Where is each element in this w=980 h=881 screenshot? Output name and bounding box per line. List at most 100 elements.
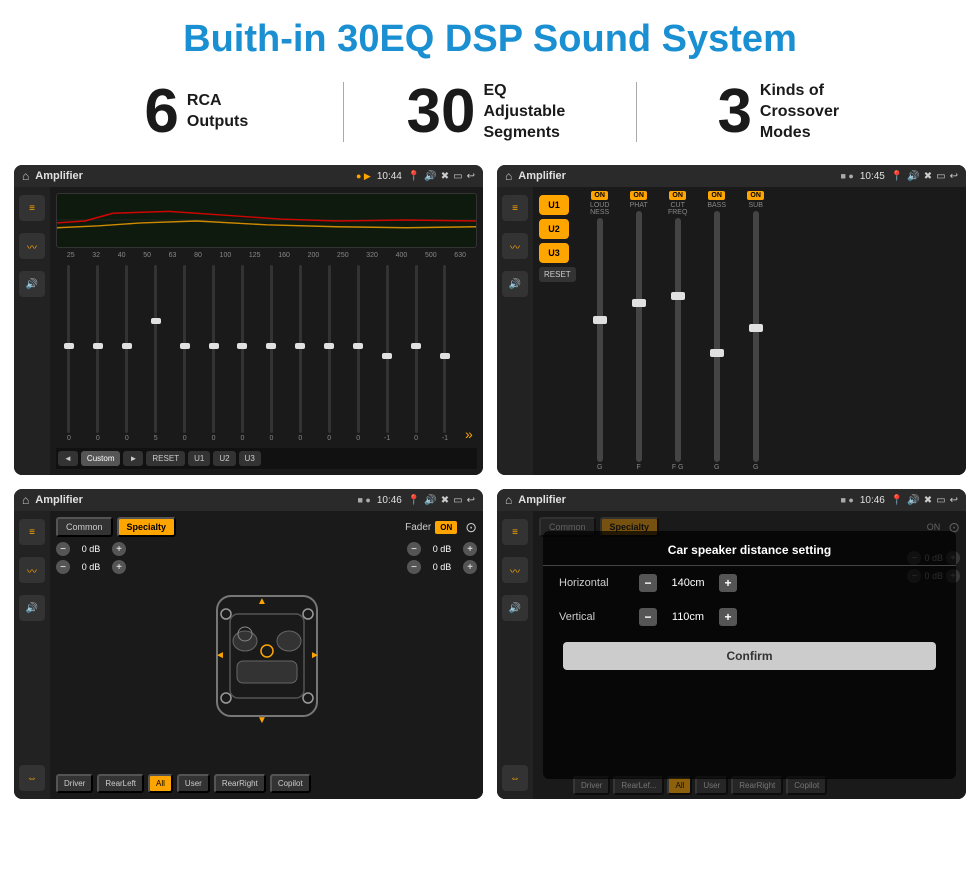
eq-slider-0: 0 [56,265,82,442]
channel-phat: ON PHAT F [621,191,657,471]
vertical-plus-btn[interactable]: + [719,608,737,626]
window-icon-3: ▭ [453,495,462,506]
sidebar-btn-arrows-4[interactable]: ⇔ [502,765,528,791]
sidebar-btn-eq-2[interactable]: ≡ [502,195,528,221]
bass-slider[interactable] [714,211,720,462]
sidebar-btn-speaker-4[interactable]: 🔊 [502,595,528,621]
freq-200: 200 [308,252,320,259]
sidebar-btn-eq-4[interactable]: ≡ [502,519,528,545]
sidebar-btn-eq-3[interactable]: ≡ [19,519,45,545]
eq-u3-btn[interactable]: U3 [239,451,261,466]
bg-bottom-btns: Driver RearLef... All User RearRight Cop… [573,776,962,795]
freq-25: 25 [67,252,75,259]
stat-eq-text: EQ AdjustableSegments [483,81,573,143]
eq-custom-btn[interactable]: Custom [81,451,121,466]
rearright-btn[interactable]: RearRight [214,774,266,793]
close-icon-4: ✖ [924,495,932,506]
freq-80: 80 [194,252,202,259]
copilot-btn[interactable]: Copilot [270,774,311,793]
vertical-value: 110cm [663,611,713,623]
close-icon-2: ✖ [924,171,932,182]
stat-rca-number: 6 [144,81,178,143]
crossover-channels: ON LOUDNESS G ON PHAT F [582,191,962,471]
sidebar-btn-wave[interactable]: 〰 [19,233,45,259]
freq-320: 320 [366,252,378,259]
eq-content: 25 32 40 50 63 80 100 125 160 200 250 32… [50,187,483,475]
back-icon-1: ↩ [467,171,475,182]
volume-icon-1: 🔊 [424,171,436,182]
sidebar-btn-wave-3[interactable]: 〰 [19,557,45,583]
eq-more-btn[interactable]: » [461,426,477,442]
topbar-icons-4: 📍 🔊 ✖ ▭ ↩ [891,495,958,506]
sidebar-btn-wave-2[interactable]: 〰 [502,233,528,259]
fader-fr-minus[interactable]: − [407,542,421,556]
fader-rr-plus[interactable]: + [463,560,477,574]
eq-prev-btn[interactable]: ◄ [58,451,78,466]
home-icon-3: ⌂ [22,493,29,507]
topbar-time-2: 10:45 [860,171,885,182]
channel-loudness: ON LOUDNESS G [582,191,618,471]
fader-fl-plus[interactable]: + [112,542,126,556]
sub-toggle[interactable]: ON [747,191,764,200]
user-btn[interactable]: User [177,774,210,793]
cutfreq-toggle[interactable]: ON [669,191,686,200]
location-icon-4: 📍 [891,495,903,506]
freq-32: 32 [92,252,100,259]
preset-u3[interactable]: U3 [539,243,569,263]
fader-rr-minus[interactable]: − [407,560,421,574]
eq-play-btn[interactable]: ► [123,451,143,466]
close-icon-3: ✖ [441,495,449,506]
loudness-slider[interactable] [597,218,603,462]
fader-fr-plus[interactable]: + [463,542,477,556]
sub-slider[interactable] [753,211,759,462]
horizontal-plus-btn[interactable]: + [719,574,737,592]
eq-slider-2: 0 [114,265,140,442]
topbar-title-4: Amplifier [518,494,834,506]
volume-icon-3: 🔊 [424,495,436,506]
eq-u2-btn[interactable]: U2 [213,451,235,466]
window-icon-4: ▭ [936,495,945,506]
topbar-icons-3: 📍 🔊 ✖ ▭ ↩ [408,495,475,506]
sidebar-btn-arrows-3[interactable]: ⇔ [19,765,45,791]
horizontal-value: 140cm [663,577,713,589]
mode-specialty-btn[interactable]: Specialty [117,517,177,537]
eq-slider-10: 0 [345,265,371,442]
cutfreq-slider[interactable] [675,218,681,462]
reset-btn-2[interactable]: RESET [539,267,576,282]
driver-btn[interactable]: Driver [56,774,93,793]
vertical-minus-btn[interactable]: − [639,608,657,626]
rearleft-btn[interactable]: RearLeft [97,774,144,793]
freq-100: 100 [220,252,232,259]
eq-slider-1: 0 [85,265,111,442]
phat-slider[interactable] [636,211,642,462]
svg-text:►: ► [310,650,320,661]
sidebar-btn-speaker-2[interactable]: 🔊 [502,271,528,297]
eq-reset-btn[interactable]: RESET [146,451,185,466]
topbar-time-3: 10:46 [377,495,402,506]
topbar-time-4: 10:46 [860,495,885,506]
preset-u1[interactable]: U1 [539,195,569,215]
eq-slider-12: 0 [403,265,429,442]
fader-rl-val: 0 dB [73,562,109,572]
sidebar-btn-speaker-3[interactable]: 🔊 [19,595,45,621]
sidebar-btn-eq[interactable]: ≡ [19,195,45,221]
phat-toggle[interactable]: ON [630,191,647,200]
loudness-toggle[interactable]: ON [591,191,608,200]
window-icon-1: ▭ [453,171,462,182]
screen-crossover: ⌂ Amplifier ■ ● 10:45 📍 🔊 ✖ ▭ ↩ ≡ 〰 🔊 U1 [497,165,966,475]
horizontal-minus-btn[interactable]: − [639,574,657,592]
sidebar-btn-speaker[interactable]: 🔊 [19,271,45,297]
stat-crossover-number: 3 [717,81,751,143]
fader-fl-val: 0 dB [73,544,109,554]
fader-rl-plus[interactable]: + [112,560,126,574]
fader-fl-minus[interactable]: − [56,542,70,556]
fader-rl-minus[interactable]: − [56,560,70,574]
preset-u2[interactable]: U2 [539,219,569,239]
confirm-button[interactable]: Confirm [563,642,936,670]
mode-common-btn[interactable]: Common [56,517,113,537]
sidebar-btn-wave-4[interactable]: 〰 [502,557,528,583]
eq-u1-btn[interactable]: U1 [188,451,210,466]
volume-icon-4: 🔊 [907,495,919,506]
all-btn[interactable]: All [148,774,173,793]
bass-toggle[interactable]: ON [708,191,725,200]
